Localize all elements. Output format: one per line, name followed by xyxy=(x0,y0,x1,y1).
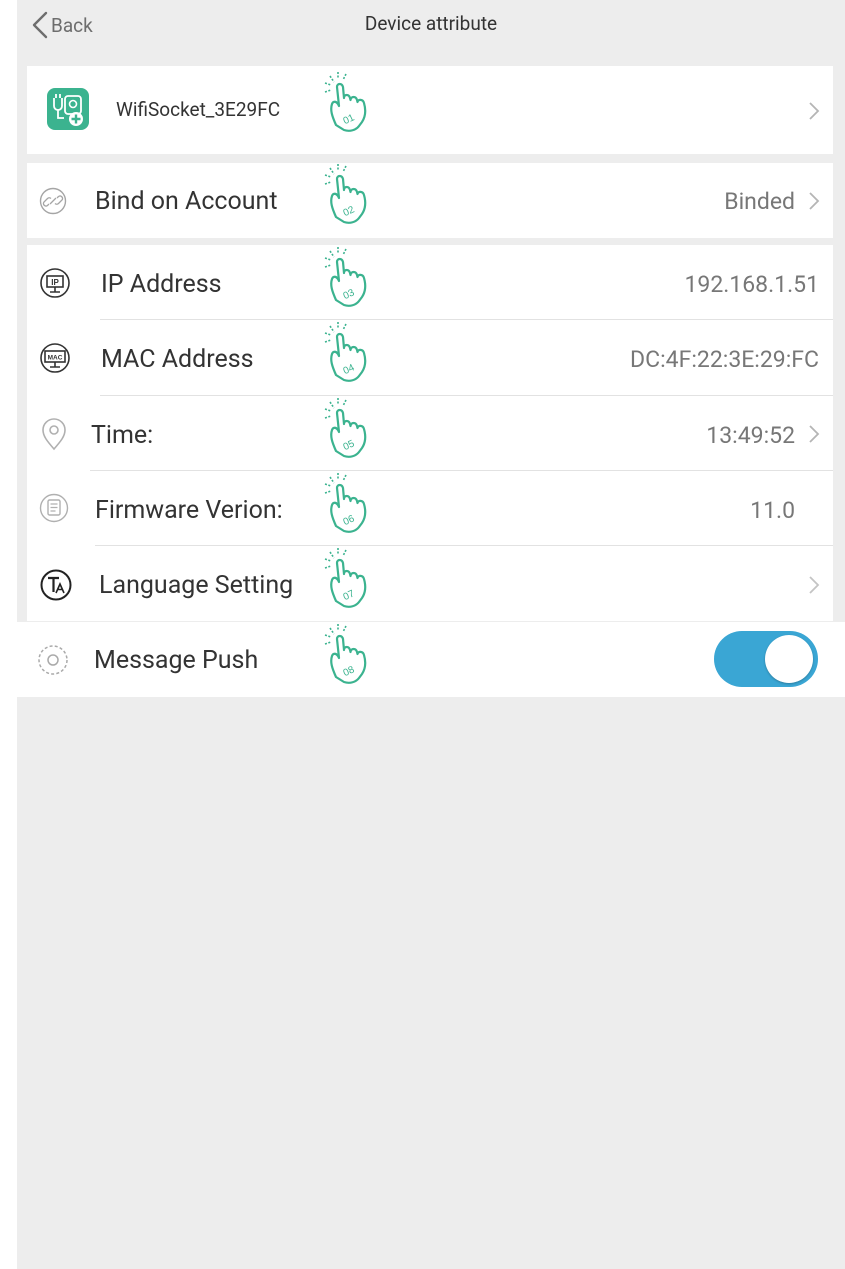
svg-text:IP: IP xyxy=(51,278,59,287)
mac-address-value: DC:4F:22:3E:29:FC xyxy=(630,346,819,373)
ip-address-value: 192.168.1.51 xyxy=(684,271,819,298)
gear-icon xyxy=(35,642,71,678)
time-row[interactable]: Time: 13:49:52 xyxy=(27,396,833,470)
message-push-toggle[interactable] xyxy=(714,631,818,687)
firmware-row: Firmware Verion: 11.0 xyxy=(27,471,833,545)
annotation-hand-icon-04: 04 xyxy=(323,320,367,382)
ip-address-label: IP Address xyxy=(101,270,222,299)
annotation-hand-icon-05: 05 xyxy=(323,396,367,458)
bind-account-value: Binded xyxy=(724,188,795,215)
annotation-hand-icon-03: 03 xyxy=(323,245,367,307)
annotation-hand-icon-01: 01 xyxy=(323,70,367,132)
language-setting-row[interactable]: Language Setting xyxy=(27,546,833,621)
language-setting-label: Language Setting xyxy=(99,571,294,600)
bind-account-label: Bind on Account xyxy=(95,187,278,216)
device-row[interactable]: WifiSocket_3E29FC xyxy=(27,66,833,154)
firmware-value: 11.0 xyxy=(750,497,795,524)
toggle-knob xyxy=(765,635,813,683)
chevron-right-icon xyxy=(809,192,820,210)
message-push-row: Message Push xyxy=(17,622,845,697)
annotation-hand-icon-02: 02 xyxy=(323,162,367,224)
time-label: Time: xyxy=(91,421,154,450)
socket-device-icon xyxy=(47,88,89,130)
annotation-hand-icon-07: 07 xyxy=(323,546,367,608)
location-pin-icon xyxy=(39,418,69,452)
link-icon xyxy=(39,187,67,215)
page-title: Device attribute xyxy=(364,12,498,35)
bind-account-row[interactable]: Bind on Account Binded xyxy=(27,163,833,238)
annotation-hand-icon-06: 06 xyxy=(323,471,367,533)
svg-text:MAC: MAC xyxy=(48,355,63,362)
header-bar: Back Device attribute xyxy=(17,0,845,52)
message-push-label: Message Push xyxy=(94,646,259,675)
chevron-right-icon xyxy=(809,425,820,443)
mac-address-label: MAC Address xyxy=(101,345,254,374)
firmware-label: Firmware Verion: xyxy=(95,496,283,525)
annotation-hand-icon-08: 08 xyxy=(323,622,367,684)
mac-address-row: MAC MAC Address DC:4F:22:3E:29:FC xyxy=(27,320,833,395)
chevron-right-icon xyxy=(809,576,820,594)
document-icon xyxy=(39,493,69,523)
ip-monitor-icon: IP xyxy=(39,267,71,299)
time-value: 13:49:52 xyxy=(706,422,795,449)
ip-address-row: IP IP Address 192.168.1.51 xyxy=(27,245,833,319)
mac-monitor-icon: MAC xyxy=(39,342,71,374)
chevron-right-icon xyxy=(809,102,820,120)
device-name: WifiSocket_3E29FC xyxy=(116,98,281,121)
language-icon xyxy=(39,568,73,602)
